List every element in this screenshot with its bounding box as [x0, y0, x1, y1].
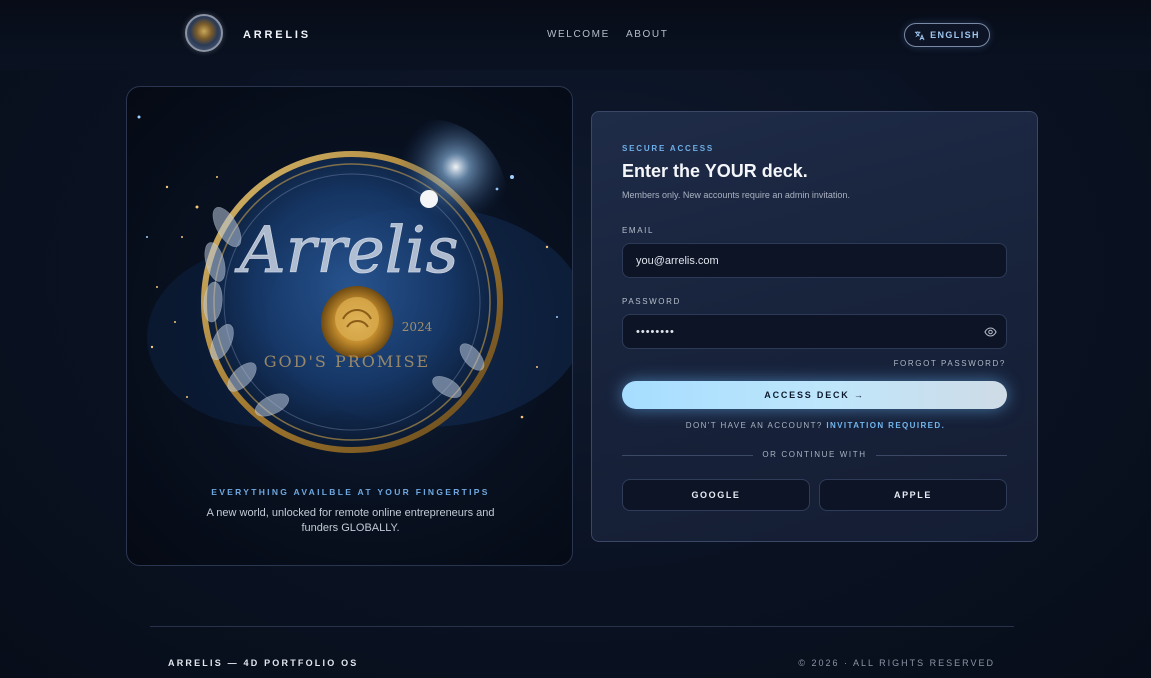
translate-icon [914, 30, 925, 41]
language-button[interactable]: ENGLISH [904, 23, 990, 47]
nav-link-welcome[interactable]: WELCOME [547, 29, 610, 40]
login-card: SECURE ACCESS Enter the YOUR deck. Membe… [591, 111, 1038, 542]
password-field[interactable]: •••••••• [622, 314, 1007, 349]
brand-name[interactable]: ARRELIS [243, 29, 311, 41]
forgot-password-link[interactable]: FORGOT PASSWORD? [894, 359, 1006, 368]
svg-text:Arrelis: Arrelis [234, 214, 458, 288]
signup-prompt-text: DON'T HAVE AN ACCOUNT? [685, 421, 823, 430]
top-navigation-bar: ARRELIS WELCOME ABOUT ENGLISH [0, 0, 1151, 70]
arrelis-emblem-icon[interactable] [185, 14, 223, 52]
hero-tagline: EVERYTHING AVAILBLE AT YOUR FINGERTIPS [211, 487, 490, 497]
email-label: EMAIL [622, 226, 655, 235]
login-subtext: Members only. New accounts require an ad… [622, 190, 850, 200]
footer-brand: ARRELIS — 4D PORTFOLIO OS [168, 658, 359, 668]
email-placeholder: you@arrelis.com [636, 254, 719, 267]
password-label: PASSWORD [622, 297, 681, 306]
secure-access-eyebrow: SECURE ACCESS [622, 144, 715, 153]
nav-link-about[interactable]: ABOUT [626, 29, 668, 40]
continue-divider: OR CONTINUE WITH [622, 450, 1007, 460]
svg-text:2024: 2024 [402, 320, 433, 334]
eye-icon[interactable] [984, 326, 997, 341]
login-heading: Enter the YOUR deck. [622, 161, 808, 181]
invitation-required-link[interactable]: INVITATION REQUIRED. [826, 421, 945, 430]
hero-description: A new world, unlocked for remote online … [206, 507, 495, 534]
arrelis-emblem-artwork: Arrelis 2024 GOD'S PROMISE [137, 115, 572, 453]
language-label: ENGLISH [930, 30, 980, 40]
email-field[interactable]: you@arrelis.com [622, 243, 1007, 278]
svg-text:GOD'S PROMISE: GOD'S PROMISE [264, 352, 430, 371]
password-value: •••••••• [636, 325, 675, 338]
signup-prompt: DON'T HAVE AN ACCOUNT? INVITATION REQUIR… [592, 421, 1039, 430]
hero-card: Arrelis 2024 GOD'S PROMISE EVERYTHING AV… [126, 86, 573, 566]
apple-button[interactable]: APPLE [819, 479, 1007, 511]
footer-copyright: © 2026 · ALL RIGHTS RESERVED [798, 658, 995, 668]
footer-divider [150, 626, 1014, 627]
google-button[interactable]: GOOGLE [622, 479, 810, 511]
access-deck-button[interactable]: ACCESS DECK → [622, 381, 1007, 409]
divider-line-right [876, 455, 1007, 456]
